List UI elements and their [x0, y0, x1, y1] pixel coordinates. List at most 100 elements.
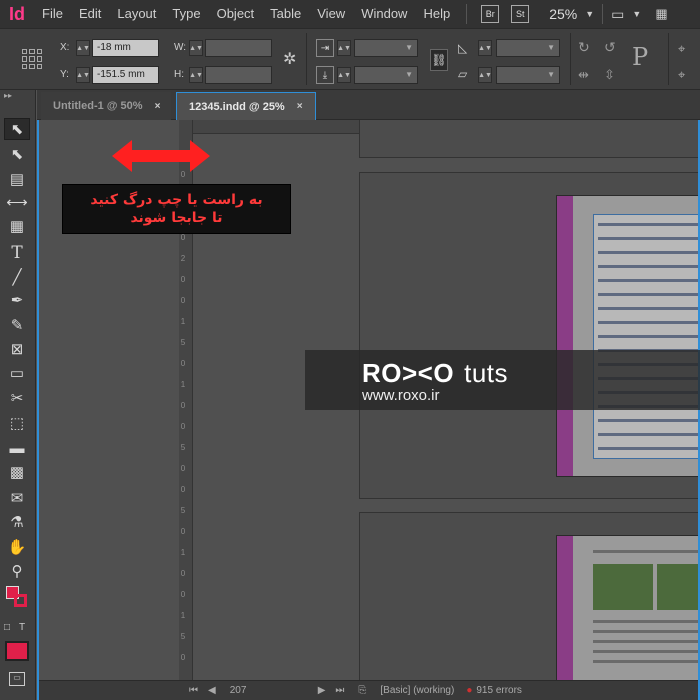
control-separator: [306, 33, 307, 85]
control-separator: [570, 33, 571, 85]
link-scale-icon[interactable]: ⛓: [430, 49, 448, 71]
h-field[interactable]: [205, 66, 272, 84]
reference-point-icon[interactable]: [22, 49, 42, 69]
scale-y-field[interactable]: ▼: [354, 66, 418, 84]
select-content-icon[interactable]: ⌖: [678, 67, 685, 83]
rectangle-frame-tool-icon[interactable]: ⊠: [4, 338, 30, 360]
screen-mode-dropdown-icon[interactable]: ▼: [632, 9, 641, 19]
table-row: [598, 237, 698, 240]
rectangle-tool-icon[interactable]: ▭: [4, 362, 30, 384]
menu-table[interactable]: Table: [262, 0, 309, 28]
direct-selection-tool-icon[interactable]: ⬉: [4, 143, 30, 165]
page-tool-icon[interactable]: ▤: [4, 168, 30, 190]
selection-tool-icon[interactable]: ⬉: [4, 118, 30, 140]
panel-collapse-icon[interactable]: ▸▸: [4, 91, 12, 100]
page-accent-bar: [557, 196, 573, 476]
free-transform-tool-icon[interactable]: ⬚: [4, 412, 30, 434]
scale-x-stepper[interactable]: ▲▼: [337, 40, 351, 56]
menu-view[interactable]: View: [309, 0, 353, 28]
gradient-swatch-tool-icon[interactable]: ▬: [4, 437, 30, 459]
y-field[interactable]: -151.5 mm: [92, 66, 159, 84]
hand-tool-icon[interactable]: ✋: [4, 536, 30, 558]
tab-label: 12345.indd @ 25%: [189, 100, 285, 113]
pencil-tool-icon[interactable]: ✎: [4, 314, 30, 336]
apply-color-button[interactable]: [5, 641, 29, 661]
constrain-proportions-icon[interactable]: ✲: [283, 49, 296, 69]
w-stepper[interactable]: ▲▼: [189, 40, 203, 56]
screen-mode-icon[interactable]: ▭: [611, 6, 624, 23]
pen-tool-icon[interactable]: ✒: [4, 289, 30, 311]
next-page-icon[interactable]: ▶: [318, 685, 326, 696]
w-field[interactable]: [205, 39, 272, 57]
menu-file[interactable]: File: [34, 0, 71, 28]
formatting-affects-text-icon[interactable]: T: [19, 622, 25, 633]
tab-close-icon[interactable]: ×: [155, 101, 161, 112]
fill-stroke-swatch[interactable]: [6, 586, 30, 608]
screen-mode-button-icon[interactable]: ▭: [9, 672, 25, 686]
ruler-tick-label: 0: [180, 527, 186, 536]
page-spread[interactable]: [359, 172, 698, 499]
scale-x-field[interactable]: ▼: [354, 39, 418, 57]
tools-panel: ▸▸ ⬉ ⬉ ▤ ⟷ ▦ T ╱ ✒ ✎ ⊠ ▭ ✂ ⬚ ▬ ▩ ✉ ⚗ ✋ ⚲…: [0, 90, 36, 700]
scissors-tool-icon[interactable]: ✂: [4, 387, 30, 409]
menu-object[interactable]: Object: [209, 0, 263, 28]
rotate-stepper[interactable]: ▲▼: [478, 40, 492, 56]
scale-y-icon[interactable]: ⤓: [316, 66, 334, 84]
open-page-icon[interactable]: ⎘: [358, 685, 366, 696]
rotate-ccw-icon[interactable]: ↺: [604, 39, 616, 56]
page-spread[interactable]: [359, 512, 698, 680]
table-row: [598, 223, 698, 226]
menu-help[interactable]: Help: [415, 0, 458, 28]
menu-edit[interactable]: Edit: [71, 0, 109, 28]
menu-layout[interactable]: Layout: [109, 0, 164, 28]
formatting-affects-container-icon[interactable]: □: [4, 622, 10, 633]
shear-stepper[interactable]: ▲▼: [478, 67, 492, 83]
scale-y-stepper[interactable]: ▲▼: [337, 67, 351, 83]
table-row: [598, 433, 698, 436]
stock-button[interactable]: St: [511, 5, 530, 23]
flip-horizontal-icon[interactable]: ⇹: [578, 67, 589, 83]
page-spread[interactable]: [359, 120, 698, 158]
line-tool-icon[interactable]: ╱: [4, 266, 30, 288]
y-stepper[interactable]: ▲▼: [76, 67, 90, 83]
rotate-cw-icon[interactable]: ↻: [578, 39, 590, 56]
indesign-logo: Id: [9, 3, 25, 24]
zoom-level[interactable]: 25%: [549, 6, 577, 22]
rotate-field[interactable]: ▼: [496, 39, 560, 57]
menu-window[interactable]: Window: [353, 0, 415, 28]
first-page-icon[interactable]: ⏮: [189, 685, 198, 696]
hint-caption: به راست یا چپ درگ کنید تا جابجا شوند: [62, 184, 291, 234]
bridge-button[interactable]: Br: [481, 5, 500, 23]
gradient-feather-tool-icon[interactable]: ▩: [4, 461, 30, 483]
eyedropper-tool-icon[interactable]: ⚗: [4, 511, 30, 533]
previous-page-icon[interactable]: ◀: [208, 685, 216, 696]
menu-type[interactable]: Type: [164, 0, 208, 28]
zoom-dropdown-icon[interactable]: ▼: [585, 9, 594, 19]
page-number-field[interactable]: 207: [230, 685, 310, 696]
type-tool-icon[interactable]: T: [4, 242, 30, 264]
ruler-tick-label: 1: [180, 380, 186, 389]
preflight-profile[interactable]: [Basic] (working): [380, 685, 454, 696]
h-stepper[interactable]: ▲▼: [189, 67, 203, 83]
watermark-brand: RO><O: [362, 358, 455, 388]
arrange-documents-icon[interactable]: ▦: [655, 6, 667, 22]
note-tool-icon[interactable]: ✉: [4, 487, 30, 509]
gap-tool-icon[interactable]: ⟷: [4, 191, 30, 213]
tab-close-icon[interactable]: ×: [297, 101, 303, 112]
tab-12345[interactable]: 12345.indd @ 25% ×: [176, 92, 316, 120]
watermark-suffix: tuts: [464, 358, 509, 388]
last-page-icon[interactable]: ⏭: [335, 685, 344, 696]
x-field[interactable]: -18 mm: [92, 39, 159, 57]
flip-vertical-icon[interactable]: ⇳: [604, 67, 615, 83]
select-container-icon[interactable]: ⌖: [678, 41, 685, 57]
zoom-tool-icon[interactable]: ⚲: [4, 560, 30, 582]
scale-x-icon[interactable]: ⇥: [316, 39, 334, 57]
x-stepper[interactable]: ▲▼: [76, 40, 90, 56]
shear-field[interactable]: ▼: [496, 66, 560, 84]
tab-untitled[interactable]: Untitled-1 @ 50% ×: [41, 92, 171, 120]
status-bar: ⏮ ◀ 207 ▶ ⏭ ⎘ [Basic] (working) ● 915 er…: [39, 680, 698, 700]
page-thumbnail: [556, 535, 698, 680]
preflight-errors[interactable]: 915 errors: [476, 685, 522, 696]
content-collector-icon[interactable]: ▦: [4, 215, 30, 237]
h-label: H:: [174, 69, 184, 80]
